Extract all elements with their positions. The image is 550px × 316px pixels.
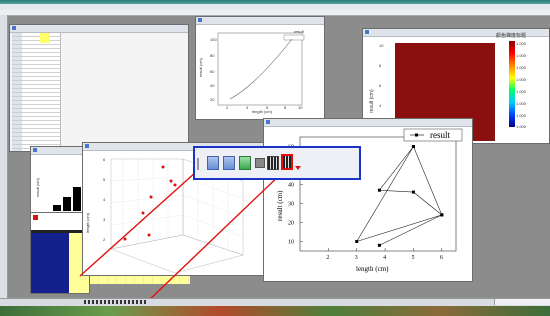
- highlight-line-left: [79, 171, 197, 277]
- status-bar-buttons[interactable]: [84, 300, 148, 304]
- graph-type-1-icon[interactable]: [207, 156, 219, 170]
- status-bar-right-panel: [494, 299, 550, 305]
- taskbar[interactable]: [0, 306, 550, 316]
- graph-type-3-icon[interactable]: [239, 156, 251, 170]
- graph-type-popup-toolbar[interactable]: [193, 146, 361, 180]
- graph-type-5-icon[interactable]: [267, 156, 279, 170]
- graph-type-2-icon[interactable]: [223, 156, 235, 170]
- popup-toolbar-grip[interactable]: [197, 158, 199, 170]
- dropdown-arrow-icon[interactable]: [295, 166, 301, 170]
- highlight-line-right: [145, 169, 286, 304]
- graph-type-6-icon[interactable]: [281, 154, 293, 170]
- graph-type-4-icon[interactable]: [255, 158, 265, 168]
